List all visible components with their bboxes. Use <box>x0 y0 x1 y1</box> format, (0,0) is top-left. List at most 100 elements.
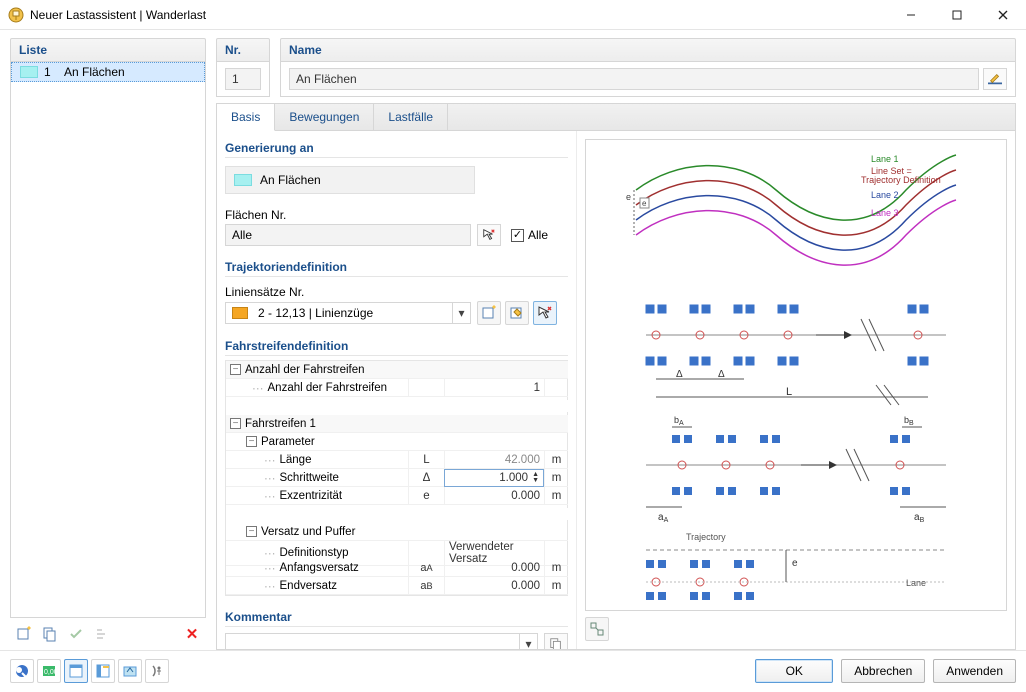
svg-text:L: L <box>786 386 792 398</box>
list-item-label: An Flächen <box>64 65 125 79</box>
kommentar-title: Kommentar <box>225 606 568 627</box>
tab-bewegungen[interactable]: Bewegungen <box>275 104 374 130</box>
apply-button[interactable]: Anwenden <box>933 659 1016 683</box>
row-laenge-label: Länge <box>280 454 312 466</box>
list-header: Liste <box>10 38 206 62</box>
close-button[interactable] <box>980 0 1026 30</box>
svg-text:e: e <box>792 558 798 569</box>
collapse-icon[interactable]: − <box>246 436 257 447</box>
row-schritt-value: 1.000 <box>499 472 528 484</box>
row-exz-value[interactable]: 0.000 <box>444 487 544 505</box>
kommentar-library-button[interactable] <box>544 633 568 649</box>
minimize-button[interactable] <box>888 0 934 30</box>
list-item-index: 1 <box>44 65 58 79</box>
spinner-arrows-icon[interactable]: ▲▼ <box>532 472 539 484</box>
sort-assistant-button[interactable] <box>90 622 114 646</box>
pick-surfaces-button[interactable] <box>477 224 501 246</box>
row-aA-unit: m <box>544 559 568 577</box>
row-aA-label: Anfangsversatz <box>280 562 359 574</box>
svg-text:bA: bA <box>674 415 684 427</box>
footer-view1-button[interactable] <box>64 659 88 683</box>
lanes-section: Fahrstreifendefinition − Anzahl der Fahr… <box>225 335 568 596</box>
preview-column: Lane 1 Line Set = Trajectory Definition … <box>577 131 1015 649</box>
footer-view3-button[interactable] <box>118 659 142 683</box>
collapse-icon[interactable]: − <box>246 526 257 537</box>
copy-assistant-button[interactable] <box>38 622 62 646</box>
svg-text:e: e <box>626 192 631 202</box>
tabs-panel: Basis Bewegungen Lastfälle Generierung a… <box>216 103 1016 650</box>
row-laenge-sym: L <box>408 451 444 469</box>
svg-text:bB: bB <box>904 415 914 427</box>
gen-value: An Flächen <box>260 173 321 187</box>
footer-view2-button[interactable] <box>91 659 115 683</box>
svg-text:aB: aB <box>914 512 925 524</box>
linien-value: 2 - 12,13 | Linienzüge <box>254 306 452 320</box>
gen-section: Generierung an An Flächen Flächen Nr. Al… <box>225 137 568 246</box>
lanes-section-title: Fahrstreifendefinition <box>225 335 568 356</box>
row-aB-sym: aB <box>408 577 444 595</box>
row-laenge-value: 42.000 <box>444 451 544 469</box>
svg-text:Lane: Lane <box>906 578 926 588</box>
row-aA-value[interactable]: 0.000 <box>444 559 544 577</box>
footer-script-button[interactable] <box>145 659 169 683</box>
check-assistant-button[interactable] <box>64 622 88 646</box>
preview-tool-button[interactable] <box>585 617 609 641</box>
list-body[interactable]: 1 An Flächen <box>10 62 206 618</box>
pick-lineset-button[interactable] <box>533 301 557 325</box>
row-schritt-value-input[interactable]: 1.000 ▲▼ <box>444 469 544 487</box>
linien-combo[interactable]: 2 - 12,13 | Linienzüge ▾ <box>225 302 471 324</box>
footer-help-button[interactable] <box>10 659 34 683</box>
traj-section: Trajektoriendefinition Liniensätze Nr. 2… <box>225 256 568 325</box>
maximize-button[interactable] <box>934 0 980 30</box>
alle-checkbox-box: ✓ <box>511 229 524 242</box>
list-toolbar: ✕ <box>10 618 206 650</box>
row-exz-sym: e <box>408 487 444 505</box>
anzahl-value[interactable]: 1 <box>534 382 540 394</box>
new-lineset-button[interactable] <box>477 301 501 325</box>
offset-label: Versatz und Puffer <box>261 526 355 538</box>
preview-panel: Lane 1 Line Set = Trajectory Definition … <box>585 139 1007 611</box>
row-laenge-unit: m <box>544 451 568 469</box>
list-item[interactable]: 1 An Flächen <box>11 62 205 82</box>
cancel-button[interactable]: Abbrechen <box>841 659 925 683</box>
edit-name-button[interactable] <box>983 68 1007 90</box>
delete-assistant-button[interactable]: ✕ <box>180 622 204 646</box>
name-label: Name <box>280 38 1016 62</box>
flaechen-input[interactable]: Alle <box>225 224 471 246</box>
svg-text:Lane 1: Lane 1 <box>871 154 899 164</box>
right-body: Nr. 1 Name An Flächen Basis Bewegungen <box>216 38 1016 650</box>
param-label: Parameter <box>261 436 315 448</box>
ok-button[interactable]: OK <box>755 659 833 683</box>
nr-block: Nr. 1 <box>216 38 270 97</box>
alle-checkbox[interactable]: ✓ Alle <box>511 228 548 242</box>
new-assistant-button[interactable] <box>12 622 36 646</box>
preview-svg: Lane 1 Line Set = Trajectory Definition … <box>586 140 1006 610</box>
header-row: Nr. 1 Name An Flächen <box>216 38 1016 97</box>
lanes-tree[interactable]: − Anzahl der Fahrstreifen ⋯ Anzahl der F… <box>225 360 568 596</box>
kommentar-combo[interactable]: ▾ <box>225 633 538 649</box>
tab-strip: Basis Bewegungen Lastfälle <box>217 104 1015 131</box>
row-exz-label: Exzentrizität <box>280 490 343 502</box>
titlebar: Neuer Lastassistent | Wanderlast <box>0 0 1026 30</box>
list-item-swatch <box>20 66 38 78</box>
tab-lastfaelle[interactable]: Lastfälle <box>374 104 448 130</box>
group-anzahl-label: Anzahl der Fahrstreifen <box>245 364 365 376</box>
content-area: Liste 1 An Flächen ✕ <box>0 30 1026 650</box>
footer-units-button[interactable]: 0,00 <box>37 659 61 683</box>
tab-basis[interactable]: Basis <box>217 104 275 131</box>
linien-swatch <box>232 307 248 319</box>
collapse-icon[interactable]: − <box>230 418 241 429</box>
svg-text:e: e <box>642 199 647 208</box>
flaechen-label: Flächen Nr. <box>225 206 568 224</box>
form-column: Generierung an An Flächen Flächen Nr. Al… <box>217 131 577 649</box>
traj-section-title: Trajektoriendefinition <box>225 256 568 277</box>
window-title: Neuer Lastassistent | Wanderlast <box>30 8 206 22</box>
footer-toolbar: 0,00 <box>10 659 169 683</box>
edit-lineset-button[interactable] <box>505 301 529 325</box>
chevron-down-icon: ▾ <box>452 303 470 323</box>
name-input[interactable]: An Flächen <box>289 68 979 90</box>
gen-value-box: An Flächen <box>225 166 475 194</box>
row-aB-value[interactable]: 0.000 <box>444 577 544 595</box>
collapse-icon[interactable]: − <box>230 364 241 375</box>
row-aB-unit: m <box>544 577 568 595</box>
